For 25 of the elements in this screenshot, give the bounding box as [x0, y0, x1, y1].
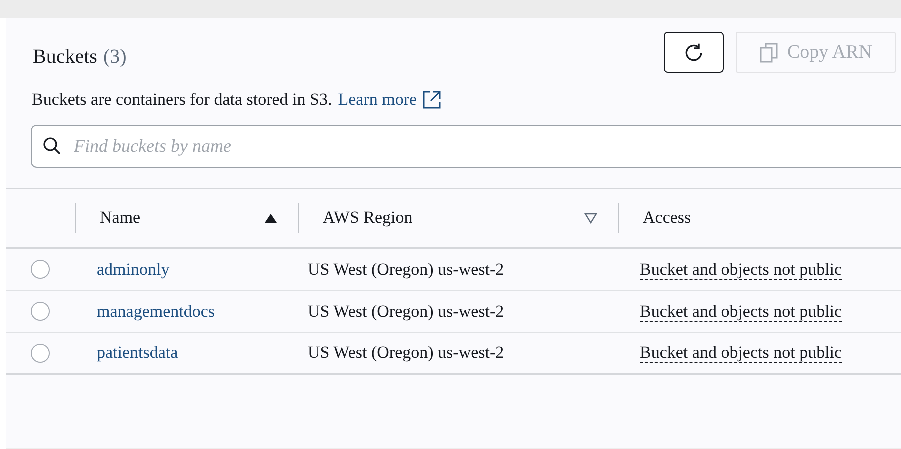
- access-cell: Bucket and objects not public: [640, 260, 842, 280]
- column-header: Access: [643, 208, 692, 228]
- row-radio[interactable]: [31, 260, 50, 279]
- region-cell-text: US West (Oregon) us-west-2: [307, 302, 504, 322]
- region-cell-text: US West (Oregon) us-west-2: [307, 343, 504, 363]
- bucket-name-link[interactable]: managementdocs: [75, 302, 216, 322]
- description-text: Buckets are containers for data stored in S3.: [32, 90, 332, 110]
- access-cell: Bucket and objects not public: [640, 343, 842, 363]
- region-cell-text: US West (Oregon) us-west-2: [307, 260, 504, 280]
- bucket-name-link[interactable]: patientsdata: [75, 343, 178, 363]
- external-link-icon: [423, 91, 442, 109]
- search-field[interactable]: Find buckets by name: [31, 125, 901, 168]
- refresh-button[interactable]: [664, 32, 724, 73]
- access-cell: Bucket and objects not public: [640, 302, 842, 322]
- bucket-name-link[interactable]: adminonly: [75, 260, 170, 280]
- search-icon: [43, 137, 61, 155]
- column-header[interactable]: AWS Region: [323, 208, 413, 228]
- refresh-icon: [683, 42, 705, 64]
- column-header[interactable]: Name: [100, 208, 141, 228]
- bucket-count: (3): [103, 46, 127, 69]
- copy-icon: [760, 42, 778, 62]
- row-radio[interactable]: [31, 302, 50, 321]
- section-title: Buckets: [33, 46, 98, 69]
- row-radio[interactable]: [31, 344, 50, 362]
- learn-more-link[interactable]: Learn more: [338, 90, 442, 110]
